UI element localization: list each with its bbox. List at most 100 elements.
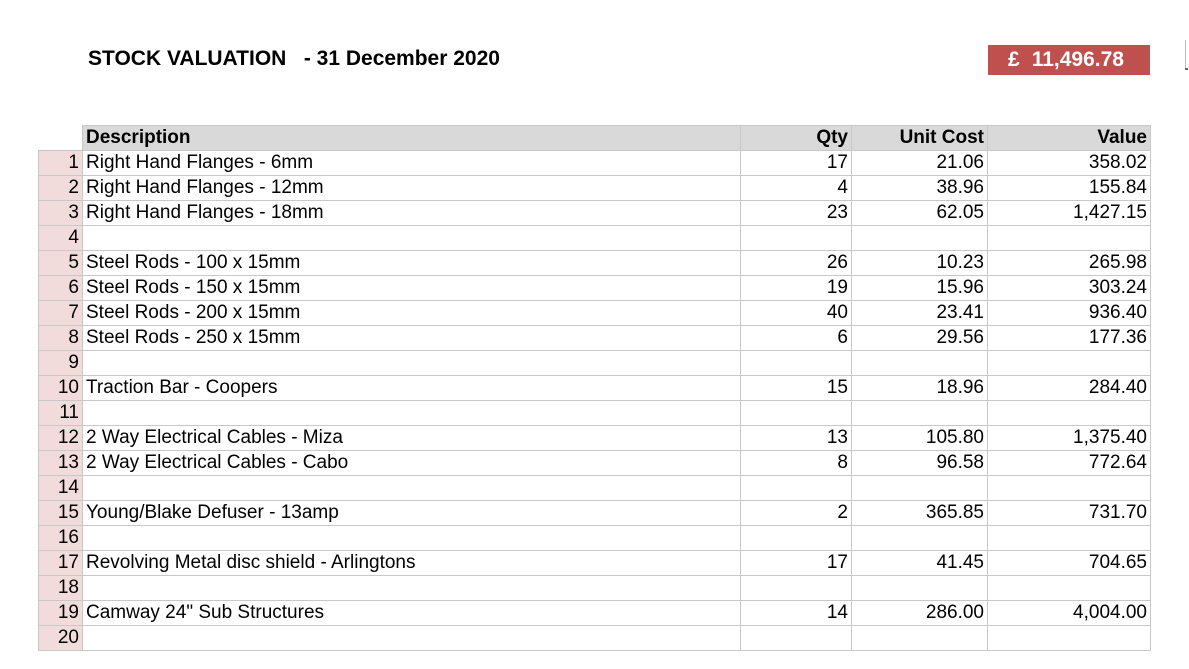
- cell-qty[interactable]: [740, 350, 852, 376]
- cell-description[interactable]: Steel Rods - 150 x 15mm: [82, 275, 741, 301]
- cell-description[interactable]: Revolving Metal disc shield - Arlingtons: [82, 550, 741, 576]
- cell-unit-cost[interactable]: 286.00: [851, 600, 988, 626]
- cell-unit-cost[interactable]: 96.58: [851, 450, 988, 476]
- row-number[interactable]: 12: [38, 425, 83, 451]
- cell-qty[interactable]: 26: [740, 250, 852, 276]
- row-number[interactable]: 15: [38, 500, 83, 526]
- row-number[interactable]: 14: [38, 475, 83, 501]
- cell-unit-cost[interactable]: 21.06: [851, 150, 988, 176]
- row-number[interactable]: 3: [38, 200, 83, 226]
- cell-value[interactable]: 772.64: [987, 450, 1151, 476]
- cell-qty[interactable]: [740, 525, 852, 551]
- cell-qty[interactable]: [740, 575, 852, 601]
- cell-unit-cost[interactable]: 41.45: [851, 550, 988, 576]
- row-number[interactable]: 11: [38, 400, 83, 426]
- cell-description[interactable]: Right Hand Flanges - 18mm: [82, 200, 741, 226]
- row-number[interactable]: 17: [38, 550, 83, 576]
- cell-value[interactable]: 358.02: [987, 150, 1151, 176]
- cell-description[interactable]: [82, 225, 741, 251]
- cell-description[interactable]: [82, 575, 741, 601]
- cell-description[interactable]: Right Hand Flanges - 6mm: [82, 150, 741, 176]
- cell-description[interactable]: Camway 24" Sub Structures: [82, 600, 741, 626]
- cell-qty[interactable]: [740, 475, 852, 501]
- row-number[interactable]: 6: [38, 275, 83, 301]
- cell-description[interactable]: [82, 625, 741, 651]
- cell-qty[interactable]: 4: [740, 175, 852, 201]
- row-number[interactable]: 8: [38, 325, 83, 351]
- cell-qty[interactable]: 23: [740, 200, 852, 226]
- row-number[interactable]: 2: [38, 175, 83, 201]
- cell-value[interactable]: 284.40: [987, 375, 1151, 401]
- cell-qty[interactable]: 13: [740, 425, 852, 451]
- cell-unit-cost[interactable]: 15.96: [851, 275, 988, 301]
- cell-description[interactable]: Steel Rods - 100 x 15mm: [82, 250, 741, 276]
- row-number[interactable]: 1: [38, 150, 83, 176]
- cell-qty[interactable]: 2: [740, 500, 852, 526]
- cell-unit-cost[interactable]: 62.05: [851, 200, 988, 226]
- cell-unit-cost[interactable]: [851, 400, 988, 426]
- cell-unit-cost[interactable]: [851, 225, 988, 251]
- cell-value[interactable]: 704.65: [987, 550, 1151, 576]
- cell-qty[interactable]: [740, 225, 852, 251]
- cell-value[interactable]: 303.24: [987, 275, 1151, 301]
- cell-value[interactable]: 265.98: [987, 250, 1151, 276]
- cell-unit-cost[interactable]: 105.80: [851, 425, 988, 451]
- cell-value[interactable]: 1,375.40: [987, 425, 1151, 451]
- cell-qty[interactable]: [740, 625, 852, 651]
- cell-unit-cost[interactable]: 38.96: [851, 175, 988, 201]
- column-header-value[interactable]: Value: [987, 125, 1151, 151]
- row-number[interactable]: 7: [38, 300, 83, 326]
- cell-unit-cost[interactable]: 29.56: [851, 325, 988, 351]
- cell-unit-cost[interactable]: [851, 575, 988, 601]
- cell-qty[interactable]: 8: [740, 450, 852, 476]
- cell-description[interactable]: Young/Blake Defuser - 13amp: [82, 500, 741, 526]
- cell-qty[interactable]: 15: [740, 375, 852, 401]
- cell-description[interactable]: Traction Bar - Coopers: [82, 375, 741, 401]
- cell-value[interactable]: [987, 525, 1151, 551]
- cell-description[interactable]: 2 Way Electrical Cables - Cabo: [82, 450, 741, 476]
- cell-qty[interactable]: 17: [740, 550, 852, 576]
- column-header-unit-cost[interactable]: Unit Cost: [851, 125, 988, 151]
- cell-unit-cost[interactable]: 10.23: [851, 250, 988, 276]
- column-header-description[interactable]: Description: [82, 125, 741, 151]
- cell-qty[interactable]: 17: [740, 150, 852, 176]
- row-number[interactable]: 20: [38, 625, 83, 651]
- cell-value[interactable]: [987, 475, 1151, 501]
- cell-unit-cost[interactable]: [851, 350, 988, 376]
- cell-value[interactable]: [987, 625, 1151, 651]
- cell-value[interactable]: 936.40: [987, 300, 1151, 326]
- cell-qty[interactable]: 40: [740, 300, 852, 326]
- row-number[interactable]: 10: [38, 375, 83, 401]
- row-number[interactable]: 16: [38, 525, 83, 551]
- cell-value[interactable]: [987, 575, 1151, 601]
- cell-qty[interactable]: 19: [740, 275, 852, 301]
- cell-value[interactable]: [987, 350, 1151, 376]
- cell-description[interactable]: Steel Rods - 250 x 15mm: [82, 325, 741, 351]
- cell-description[interactable]: 2 Way Electrical Cables - Miza: [82, 425, 741, 451]
- cell-value[interactable]: 155.84: [987, 175, 1151, 201]
- cell-description[interactable]: [82, 525, 741, 551]
- cell-description[interactable]: Steel Rods - 200 x 15mm: [82, 300, 741, 326]
- row-number[interactable]: 18: [38, 575, 83, 601]
- cell-description[interactable]: Right Hand Flanges - 12mm: [82, 175, 741, 201]
- cell-qty[interactable]: 14: [740, 600, 852, 626]
- row-number[interactable]: 5: [38, 250, 83, 276]
- cell-unit-cost[interactable]: 365.85: [851, 500, 988, 526]
- cell-description[interactable]: [82, 350, 741, 376]
- cell-unit-cost[interactable]: [851, 625, 988, 651]
- cell-value[interactable]: 1,427.15: [987, 200, 1151, 226]
- cell-qty[interactable]: 6: [740, 325, 852, 351]
- cell-value[interactable]: [987, 225, 1151, 251]
- cell-unit-cost[interactable]: [851, 525, 988, 551]
- cell-unit-cost[interactable]: 18.96: [851, 375, 988, 401]
- cell-unit-cost[interactable]: 23.41: [851, 300, 988, 326]
- cell-value[interactable]: 4,004.00: [987, 600, 1151, 626]
- row-number[interactable]: 19: [38, 600, 83, 626]
- row-number[interactable]: 13: [38, 450, 83, 476]
- cell-qty[interactable]: [740, 400, 852, 426]
- cell-description[interactable]: [82, 400, 741, 426]
- row-number[interactable]: 9: [38, 350, 83, 376]
- cell-value[interactable]: 177.36: [987, 325, 1151, 351]
- cell-unit-cost[interactable]: [851, 475, 988, 501]
- cell-value[interactable]: [987, 400, 1151, 426]
